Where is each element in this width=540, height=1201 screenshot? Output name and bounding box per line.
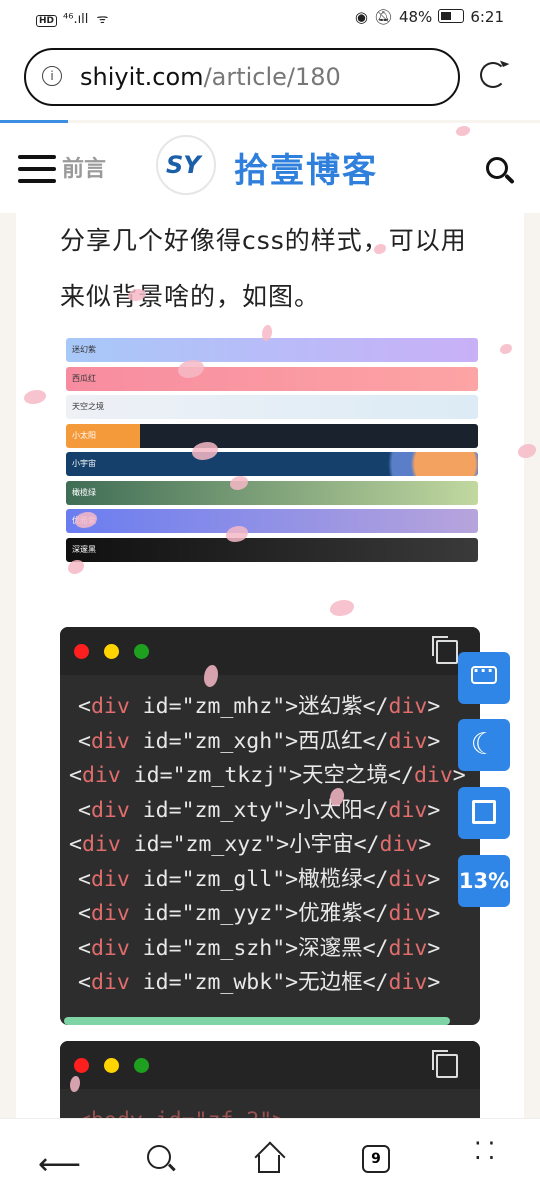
site-header: 前言 SY 拾壹博客 [0, 123, 540, 213]
red-dot-icon [74, 644, 89, 659]
copy-icon[interactable] [432, 1050, 458, 1078]
url-path: /article/180 [203, 63, 341, 91]
code-line: <div id="zm_tkzj">天空之境</div> [69, 763, 466, 788]
demo-bar: 迷幻紫 [66, 338, 478, 362]
menu-icon[interactable] [18, 155, 56, 191]
code-line: <div id="zm_yyz">优雅紫</div> [78, 901, 441, 926]
demo-bar: 优雅紫 [66, 509, 478, 533]
code-scrollbar[interactable] [64, 1017, 450, 1025]
code-line: <div id="zm_xgh">西瓜红</div> [78, 728, 441, 754]
tabs-button[interactable]: 9 [362, 1145, 390, 1173]
green-dot-icon [134, 1058, 149, 1073]
nav-label[interactable]: 前言 [62, 151, 106, 183]
code-block: <div id="zm_mhz">迷幻紫</div> <div id="zm_xg… [60, 627, 480, 1025]
status-left: HD ⁴⁶.ıll ᯤ [36, 9, 108, 27]
demo-bar: 深邃黑 [66, 537, 478, 562]
status-bar: HD ⁴⁶.ıll ᯤ ◉ 🔕︎ 48% 6:21 [0, 0, 540, 36]
code-line: <div id="zm_szh">深邃黑</div> [78, 935, 441, 961]
code-line: <div id="zm_gll">橄榄绿</div> [78, 866, 441, 892]
site-logo[interactable]: SY [156, 135, 216, 195]
site-title[interactable]: 拾壹博客 [234, 143, 378, 192]
url-text[interactable]: shiyit.com/article/180 [80, 63, 341, 91]
code-lines: <div id="zm_mhz">迷幻紫</div> <div id="zm_xg… [60, 675, 480, 1001]
dark-mode-button[interactable]: ☾ [458, 719, 510, 771]
code-line-partial: <body id="zf_2"> [60, 1104, 480, 1118]
code-text: 优雅紫 [298, 901, 363, 926]
battery-icon [438, 9, 465, 23]
code-line: <div id="zm_wbk">无边框</div> [78, 970, 441, 995]
code-text: 迷幻紫 [298, 694, 363, 719]
scroll-progress-button[interactable]: 13% [458, 855, 510, 907]
code-line: <div id="zm_mhz">迷幻紫</div> [78, 694, 441, 719]
code-header [60, 627, 480, 675]
demo-bar-label: 迷幻紫 [72, 345, 96, 354]
logo-text: SY [166, 151, 201, 179]
back-icon[interactable]: ⟵ [38, 1147, 81, 1183]
demo-bar-label: 深邃黑 [72, 544, 96, 554]
demo-bar: 橄榄绿 [66, 480, 478, 505]
article-intro: 分享几个好像得css的样式，可以用来似背景啥的，如图。 [60, 226, 467, 311]
signal-icon: ⁴⁶.ıll [63, 12, 89, 27]
fullscreen-icon [472, 800, 496, 824]
demo-image: 迷幻紫西瓜红天空之境小太阳小宇宙橄榄绿优雅紫深邃黑 [66, 338, 478, 566]
code-id: zm_xgh [194, 728, 273, 754]
code-id: zm_xty [194, 797, 273, 823]
browser-toolbar: i shiyit.com/article/180 [0, 36, 540, 120]
search-icon[interactable] [147, 1145, 171, 1169]
clock: 6:21 [470, 8, 504, 26]
moon-icon: ☾ [470, 727, 498, 762]
reload-icon[interactable] [480, 62, 506, 88]
yellow-dot-icon [104, 1058, 119, 1073]
mute-icon: 🔕︎ [373, 8, 393, 26]
code-id: zm_gll [194, 866, 273, 892]
comment-button[interactable] [458, 652, 510, 704]
battery-percent: 48% [398, 8, 433, 26]
demo-bar: 小宇宙 [66, 452, 478, 476]
code-text: 橄榄绿 [298, 866, 363, 892]
demo-bar: 天空之境 [66, 395, 478, 419]
address-bar[interactable]: i shiyit.com/article/180 [24, 48, 460, 106]
demo-bar-label: 橄榄绿 [72, 487, 96, 497]
home-icon[interactable] [254, 1143, 284, 1173]
red-dot-icon [74, 1058, 89, 1073]
code-text: 天空之境 [302, 763, 389, 788]
demo-bar-label: 小太阳 [72, 430, 96, 440]
code-line: <div id="zm_xty">小太阳</div> [78, 797, 441, 823]
more-icon[interactable]: ⁚⁚ [474, 1139, 501, 1181]
url-domain: shiyit.com [80, 63, 204, 91]
hd-badge: HD [36, 15, 58, 27]
search-icon[interactable] [486, 157, 515, 185]
code-text: 小宇宙 [289, 832, 354, 857]
code-id: zm_xyz [185, 832, 264, 857]
demo-bar: 西瓜红 [66, 366, 478, 391]
eye-icon: ◉ [354, 8, 368, 26]
demo-bar: 小太阳 [66, 423, 478, 448]
code-line: <div id="zm_xyz">小宇宙</div> [69, 832, 432, 857]
petal-decoration [518, 444, 536, 458]
demo-bar-label: 小宇宙 [72, 459, 96, 468]
code-id: zm_tkzj [185, 763, 277, 788]
code-text: 深邃黑 [298, 935, 363, 961]
code-id: zm_yyz [194, 901, 273, 926]
code-block-2: <body id="zf_2"> [60, 1041, 480, 1118]
code-text: 西瓜红 [298, 728, 363, 754]
browser-bottom-nav: ⟵ 9 ⁚⁚ [0, 1118, 540, 1201]
demo-bar-label: 西瓜红 [72, 373, 96, 383]
green-dot-icon [134, 644, 149, 659]
demo-bar-label: 天空之境 [72, 402, 104, 411]
info-icon[interactable]: i [42, 66, 62, 86]
copy-icon[interactable] [432, 636, 458, 664]
code-header-2 [60, 1041, 480, 1089]
status-right: ◉ 🔕︎ 48% 6:21 [349, 8, 504, 26]
code-lines-2: <body id="zf_2"> [60, 1089, 480, 1118]
article-content: 分享几个好像得css的样式，可以用来似背景啥的，如图。 迷幻紫 西瓜红 天空之境 小太… [16, 213, 524, 1118]
wifi-icon: ᯤ [96, 12, 109, 27]
fullscreen-button[interactable] [458, 787, 510, 839]
yellow-dot-icon [104, 644, 119, 659]
code-id: zm_mhz [194, 694, 273, 719]
code-text: 无边框 [298, 970, 363, 995]
code-id: zm_szh [194, 935, 273, 961]
code-id: zm_wbk [194, 970, 273, 995]
